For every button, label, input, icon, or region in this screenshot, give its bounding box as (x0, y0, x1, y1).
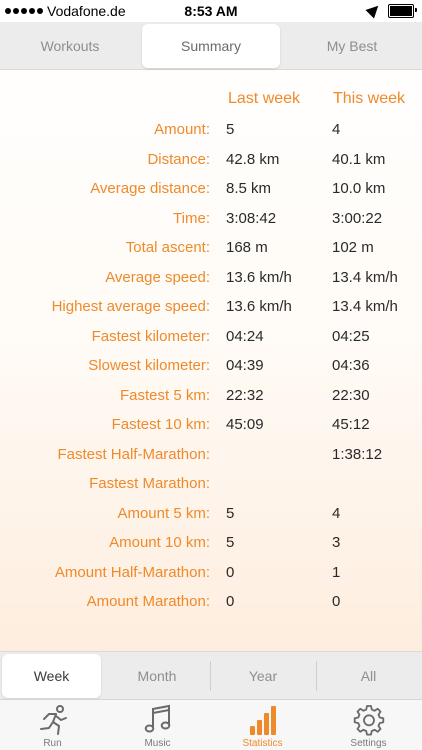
this-week-value: 45:12 (332, 416, 370, 433)
table-row: Fastest 10 km: 45:09 45:12 (0, 411, 422, 441)
this-week-value: 102 m (332, 239, 374, 256)
this-week-value: 10.0 km (332, 180, 386, 197)
period-segmented-control: Week Month Year All (0, 651, 422, 699)
stats-table: Last week This week Amount: 5 4 Distance: 42… (0, 80, 422, 618)
status-bar: Vodafone.de 8:53 AM (0, 0, 422, 22)
table-row: Amount 10 km: 5 3 (0, 529, 422, 559)
row-label: Amount Half-Marathon: (54, 563, 210, 581)
tab-music[interactable]: Music (105, 700, 210, 750)
this-week-value: 3 (332, 534, 341, 551)
tab-music-label: Music (144, 738, 171, 749)
table-row: Amount: 5 4 (0, 116, 422, 146)
row-label: Distance: (147, 150, 210, 168)
last-week-value: 13.6 km/h (226, 298, 292, 315)
tab-bar: Run Music Statistics Settings (0, 699, 422, 750)
screen: Vodafone.de 8:53 AM Workouts Summary My … (0, 0, 422, 750)
header-last-week: Last week (228, 90, 301, 107)
last-week-value: 13.6 km/h (226, 268, 292, 286)
tab-statistics[interactable]: Statistics (210, 700, 315, 750)
bar-chart-icon (249, 706, 276, 735)
row-label: Total ascent: (125, 239, 210, 256)
this-week-value: 1:38:12 (332, 445, 383, 463)
last-week-value: 5 (226, 534, 235, 551)
last-week-value: 168 m (226, 239, 268, 256)
row-label: Amount 10 km: (109, 534, 210, 551)
battery-fill (390, 6, 412, 16)
table-row: Average speed: 13.6 km/h 13.4 km/h (0, 264, 422, 294)
table-row: Fastest kilometer: 04:24 04:25 (0, 323, 422, 353)
last-week-value: 22:32 (226, 386, 264, 404)
table-row: Amount Marathon: 0 0 (0, 588, 422, 618)
row-label: Amount Marathon: (86, 593, 210, 610)
status-time: 8:53 AM (184, 3, 238, 19)
this-week-value: 13.4 km/h (332, 298, 398, 315)
this-week-value: 0 (332, 593, 341, 610)
this-week-value: 4 (332, 504, 341, 522)
tab-run-label: Run (43, 738, 62, 749)
stats-rows: Amount: 5 4 Distance: 42.8 km 40.1 km Average … (0, 116, 422, 618)
last-week-value: 45:09 (226, 416, 264, 433)
row-label: Amount 5 km: (117, 504, 210, 522)
table-row: Slowest kilometer: 04:39 04:36 (0, 352, 422, 382)
table-row: Distance: 42.8 km 40.1 km (0, 146, 422, 176)
last-week-value: 5 (226, 504, 235, 522)
row-label: Average speed: (105, 268, 210, 286)
table-row: Amount 5 km: 5 4 (0, 500, 422, 530)
this-week-value: 4 (332, 121, 341, 138)
tab-statistics-label: Statistics (242, 738, 283, 749)
last-week-value: 42.8 km (226, 150, 280, 168)
period-week[interactable]: Week (2, 654, 101, 698)
row-label: Fastest Marathon: (89, 475, 210, 492)
tab-summary[interactable]: Summary (142, 24, 280, 68)
battery-icon (388, 4, 417, 18)
tab-settings[interactable]: Settings (315, 700, 422, 750)
this-week-value: 04:36 (332, 357, 370, 374)
row-label: Fastest Half-Marathon: (57, 445, 210, 463)
tab-workouts[interactable]: Workouts (2, 24, 138, 68)
row-label: Slowest kilometer: (88, 357, 210, 374)
this-week-value: 1 (332, 563, 341, 581)
last-week-value: 8.5 km (226, 180, 272, 197)
table-row: Time: 3:08:42 3:00:22 (0, 205, 422, 235)
tab-run[interactable]: Run (0, 700, 105, 750)
last-week-value: 5 (226, 121, 235, 138)
header-this-week: This week (333, 90, 406, 107)
view-segmented-control: Workouts Summary My Best (0, 22, 422, 70)
table-row: Average distance: 8.5 km 10.0 km (0, 175, 422, 205)
status-right (365, 1, 417, 19)
row-label: Fastest 5 km: (119, 386, 210, 404)
last-week-value: 04:39 (226, 357, 264, 374)
this-week-value: 3:00:22 (332, 209, 383, 227)
row-label: Highest average speed: (51, 298, 210, 315)
period-month[interactable]: Month (105, 654, 209, 698)
last-week-value: 04:24 (226, 327, 264, 345)
row-label: Amount: (154, 121, 210, 138)
tab-my-best[interactable]: My Best (284, 24, 420, 68)
period-year[interactable]: Year (211, 654, 315, 698)
table-header: Last week This week (0, 80, 422, 116)
table-row: Highest average speed: 13.6 km/h 13.4 km/h (0, 293, 422, 323)
music-note-icon (144, 704, 170, 733)
tab-settings-label: Settings (350, 738, 387, 749)
gear-icon (353, 705, 384, 736)
table-row: Fastest Marathon: (0, 470, 422, 500)
row-label: Average distance: (90, 180, 210, 197)
table-row: Total ascent: 168 m 102 m (0, 234, 422, 264)
this-week-value: 04:25 (332, 327, 370, 345)
period-all[interactable]: All (317, 654, 420, 698)
last-week-value: 3:08:42 (226, 209, 277, 227)
this-week-value: 40.1 km (332, 150, 386, 168)
table-row: Fastest Half-Marathon: 1:38:12 (0, 441, 422, 471)
this-week-value: 22:30 (332, 386, 370, 404)
table-row: Fastest 5 km: 22:32 22:30 (0, 382, 422, 412)
runner-icon (39, 705, 67, 735)
location-arrow-icon (365, 1, 383, 19)
table-row: Amount Half-Marathon: 0 1 (0, 559, 422, 589)
row-label: Fastest kilometer: (91, 327, 210, 345)
this-week-value: 13.4 km/h (332, 268, 398, 286)
row-label: Time: (173, 209, 210, 227)
last-week-value: 0 (226, 593, 235, 610)
last-week-value: 0 (226, 563, 235, 581)
row-label: Fastest 10 km: (111, 416, 210, 433)
